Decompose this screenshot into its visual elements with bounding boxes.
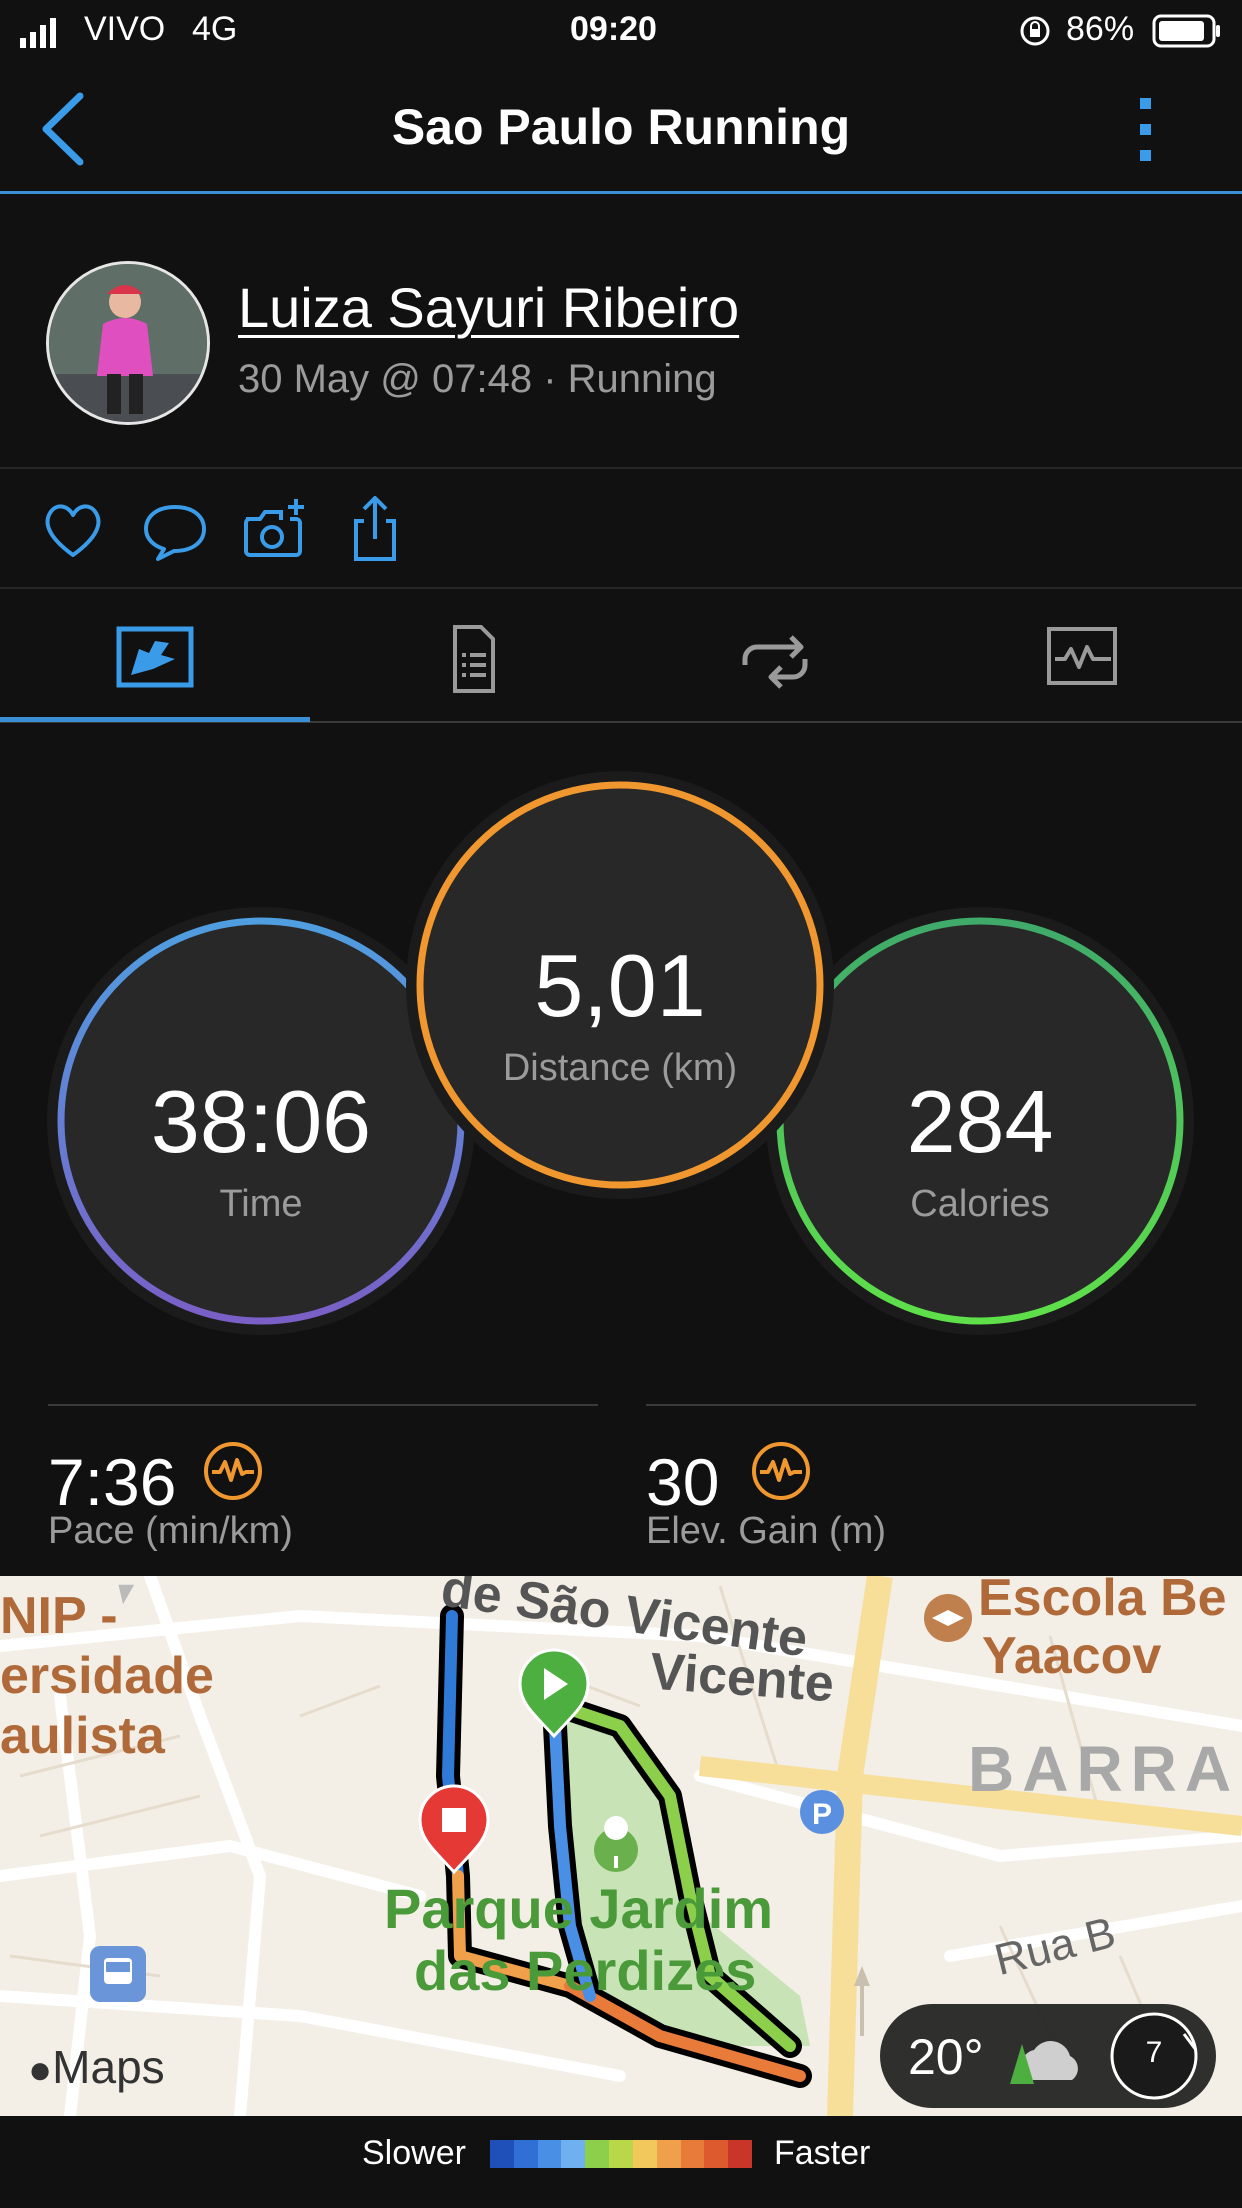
legend-swatch (632, 2140, 657, 2168)
network-label: 4G (192, 10, 238, 48)
clock: 09:20 (570, 10, 657, 48)
svg-text:P: P (812, 1798, 832, 1831)
university-label-2: ersidade (0, 1647, 214, 1705)
orientation-lock-icon (1020, 16, 1050, 46)
elevation-stat: 30 Elev. Gain (m) (646, 1404, 1196, 1554)
district-label: BARRA (968, 1733, 1240, 1805)
legend-swatch (585, 2140, 610, 2168)
park-label: Parque Jardim (384, 1877, 774, 1940)
battery-percent: 86% (1066, 10, 1135, 48)
runner-photo (49, 264, 207, 422)
tab-overview[interactable] (0, 591, 310, 723)
pace-legend: Slower Faster (0, 2116, 1242, 2208)
tab-charts[interactable] (930, 591, 1240, 723)
legend-swatch (609, 2140, 633, 2168)
legend-swatch (656, 2140, 681, 2168)
activity-tabs (0, 591, 1242, 723)
calories-value: 284 (906, 1072, 1054, 1171)
action-bar (0, 471, 1242, 589)
legend-swatch (561, 2140, 586, 2168)
time-value: 38:06 (150, 1072, 372, 1171)
legend-color-scale (490, 2140, 752, 2168)
park-label-2: das Perdizes (414, 1939, 757, 2002)
map-overview-icon (116, 626, 194, 688)
calories-ring: 284 Calories (780, 921, 1180, 1321)
legend-swatch (537, 2140, 562, 2168)
activity-meta: 30 May @ 07:48 · Running (238, 357, 717, 401)
camera-plus-icon[interactable] (240, 495, 310, 565)
route-map[interactable]: P de São Vicente Vicente Escola Be Yaaco… (0, 1576, 1242, 2116)
status-bar: VIVO 4G 09:20 86% (0, 0, 1242, 64)
time-ring: 38:06 Time (61, 921, 461, 1321)
distance-value: 5,01 (534, 936, 706, 1035)
legend-swatch (704, 2140, 729, 2168)
signal-icon (20, 18, 56, 48)
comment-icon[interactable] (140, 495, 210, 565)
activity-header: Luiza Sayuri Ribeiro 30 May @ 07:48 · Ru… (0, 197, 1242, 469)
share-icon[interactable] (340, 495, 410, 565)
summary-rings: 38:06 Time 284 Calories 5,01 Distance (k… (0, 725, 1242, 1365)
active-tab-indicator (0, 717, 310, 722)
chart-graph-icon (1047, 627, 1117, 685)
time-label: Time (219, 1183, 303, 1225)
laps-loop-icon (742, 635, 808, 689)
maps-attribution[interactable]: ●Maps (28, 2040, 165, 2094)
battery-icon (1152, 14, 1220, 48)
page-title: Sao Paulo Running (391, 99, 851, 155)
cloud-tree-icon (1010, 2041, 1078, 2084)
details-document-icon (453, 625, 495, 693)
wind-value: 7 (1145, 2036, 1163, 2069)
tab-laps[interactable] (620, 591, 930, 723)
university-label-3: aulista (0, 1707, 165, 1765)
elevation-graph-icon[interactable] (750, 1440, 812, 1502)
legend-swatch (680, 2140, 705, 2168)
carrier-label: VIVO (84, 10, 166, 48)
athlete-name-link[interactable]: Luiza Sayuri Ribeiro (238, 275, 739, 340)
street-label-vicente: Vicente (648, 1642, 836, 1714)
tab-details[interactable] (310, 591, 620, 723)
distance-ring: 5,01 Distance (km) (420, 785, 820, 1185)
nav-bar: Sao Paulo Running (0, 64, 1242, 194)
legend-slower-label: Slower (362, 2134, 466, 2172)
more-options-icon[interactable] (1126, 90, 1166, 170)
apple-logo-icon: ● (28, 2048, 53, 2092)
distance-label: Distance (km) (502, 1047, 738, 1089)
heart-icon[interactable] (38, 495, 108, 565)
calories-label: Calories (910, 1183, 1050, 1225)
school-label-2: Yaacov (982, 1627, 1162, 1685)
legend-swatch (490, 2140, 514, 2168)
weather-temp: 20° (908, 2029, 984, 2085)
pace-value: 7:36 (48, 1445, 177, 1519)
elevation-value: 30 (646, 1445, 720, 1519)
pace-stat: 7:36 Pace (min/km) (48, 1404, 598, 1554)
pace-graph-icon[interactable] (202, 1440, 264, 1502)
university-label: NIP - (0, 1587, 118, 1645)
weather-widget[interactable]: 20° 7 (880, 2004, 1216, 2108)
legend-faster-label: Faster (774, 2134, 871, 2172)
pace-label: Pace (min/km) (48, 1510, 293, 1552)
avatar[interactable] (46, 261, 210, 425)
legend-swatch (728, 2140, 752, 2168)
school-label: Escola Be (978, 1576, 1227, 1627)
legend-swatch (513, 2140, 538, 2168)
elevation-label: Elev. Gain (m) (646, 1510, 887, 1552)
